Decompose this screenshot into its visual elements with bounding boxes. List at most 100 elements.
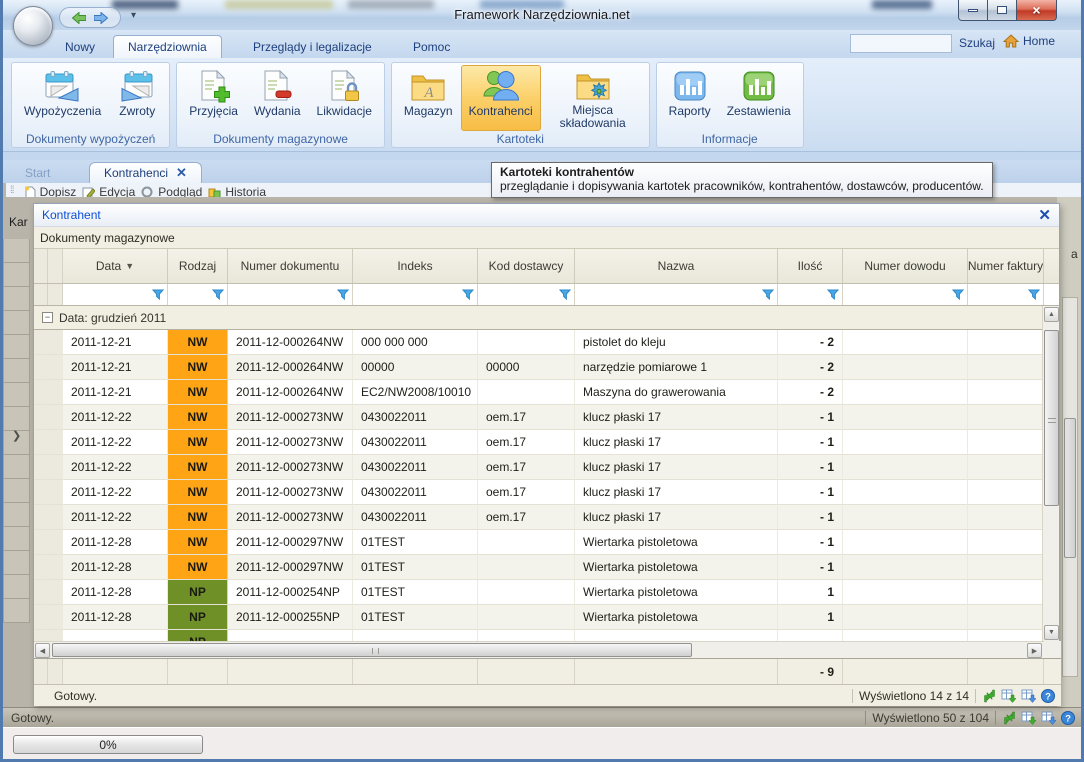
table-row[interactable]: 2011-12-22NW2011-12-000273NW0430022011oe… [34,455,1059,480]
toolbar-options-caret[interactable]: ▾ [131,10,136,21]
scroll-down-icon[interactable]: ▼ [1044,625,1059,640]
maximize-button[interactable] [988,0,1017,21]
table-row[interactable]: NP [34,630,1059,641]
help-icon[interactable]: ? [1061,711,1075,725]
table-row[interactable]: 2011-12-22NW2011-12-000273NW0430022011oe… [34,430,1059,455]
toolbar-item-dopisz[interactable]: Dopisz [24,185,77,197]
filter-icon[interactable] [762,289,774,300]
ribbon-tab-narzedziownia[interactable]: Narzędziownia [113,35,222,58]
filter-cell-ilo[interactable] [778,284,843,305]
filter-cell-kod-dostawcy[interactable] [478,284,575,305]
filter-icon[interactable] [337,289,349,300]
ribbon-button-likwidacje[interactable]: Likwidacje [309,65,380,131]
ribbon-button-raporty[interactable]: Raporty [661,65,719,131]
ribbon-button-wydania[interactable]: Wydania [246,65,309,131]
filter-icon[interactable] [559,289,571,300]
table-row[interactable]: 2011-12-28NW2011-12-000297NW01TESTWierta… [34,555,1059,580]
filter-icon[interactable] [1028,289,1040,300]
cell-faktura [968,480,1044,505]
filter-icon[interactable] [827,289,839,300]
scrollbar-thumb[interactable] [52,643,692,657]
refresh-icon[interactable] [982,689,997,703]
scroll-left-icon[interactable]: ◀ [35,643,50,658]
search-input[interactable] [850,34,952,53]
filter-cell-indeks[interactable] [353,284,478,305]
column-header-rodzaj[interactable]: Rodzaj [168,249,228,283]
toolbar-item-podglad[interactable]: Podgląd [141,185,202,197]
export-excel-icon[interactable] [1001,689,1017,703]
column-header-nazwa[interactable]: Nazwa [575,249,778,283]
filter-cell-numer-faktury[interactable] [968,284,1044,305]
column-header-ilo[interactable]: Ilość [778,249,843,283]
scroll-right-icon[interactable]: ▶ [1027,643,1042,658]
home-button[interactable]: Home [1023,34,1055,48]
filter-cell-rodzaj[interactable] [168,284,228,305]
ribbon-button-magazyn[interactable]: AMagazyn [396,65,461,131]
ribbon-tab-przeglady[interactable]: Przeglądy i legalizacje [239,35,386,58]
document-minus-icon [261,69,293,103]
toolbar-item-edycja[interactable]: Edycja [82,185,135,197]
column-header-kod-dostawcy[interactable]: Kod dostawcy [478,249,575,283]
filter-icon[interactable] [212,289,224,300]
column-header-numer-dowodu[interactable]: Numer dowodu [843,249,968,283]
table-row[interactable]: 2011-12-28NP2011-12-000255NP01TESTWierta… [34,605,1059,630]
vertical-scrollbar[interactable]: ▲ ▼ [1042,306,1059,641]
column-header-numer-faktury[interactable]: Numer faktury [968,249,1044,283]
splitter-expand-arrow[interactable]: ❯ [12,429,21,442]
tab-close-icon[interactable]: ✕ [176,165,187,181]
search-button[interactable]: Szukaj [959,36,995,50]
table-row[interactable]: 2011-12-22NW2011-12-000273NW0430022011oe… [34,405,1059,430]
ribbon-button-zestawienia[interactable]: Zestawienia [719,65,799,131]
toolbar-item-historia[interactable]: Historia [208,185,266,197]
background-vertical-scrollbar[interactable] [1062,297,1078,677]
ribbon-button-kontrahenci[interactable]: Kontrahenci [461,65,541,131]
close-button[interactable]: × [1017,0,1057,21]
filter-cell-nazwa[interactable] [575,284,778,305]
help-icon[interactable]: ? [1041,689,1055,703]
table-row[interactable]: 2011-12-21NW2011-12-000264NW000 000 000p… [34,330,1059,355]
table-row[interactable]: 2011-12-28NP2011-12-000254NP01TESTWierta… [34,580,1059,605]
column-header-data[interactable]: Data▼ [63,249,168,283]
collapse-icon[interactable]: − [42,312,53,323]
ribbon-tab-pomoc[interactable]: Pomoc [399,35,464,58]
app-menu-orb[interactable] [13,6,53,46]
table-row[interactable]: 2011-12-22NW2011-12-000273NW0430022011oe… [34,505,1059,530]
cell-date: 2011-12-21 [63,355,168,380]
cell-qty: - 2 [778,330,843,355]
minimize-button[interactable] [958,0,988,21]
filter-cell-numer-dowodu[interactable] [843,284,968,305]
group-row[interactable]: − Data: grudzień 2011 [34,306,1059,330]
filter-icon[interactable] [152,289,164,300]
table-row[interactable]: 2011-12-22NW2011-12-000273NW0430022011oe… [34,480,1059,505]
tab-start[interactable]: Start [11,162,64,183]
column-header-numer-dokumentu[interactable]: Numer dokumentu [228,249,353,283]
export-icon[interactable] [1041,711,1057,725]
ribbon-button-wypo-yczenia[interactable]: Wypożyczenia [16,65,109,131]
ribbon-tab-nowy[interactable]: Nowy [51,35,109,58]
filter-cell-data[interactable] [63,284,168,305]
scrollbar-thumb[interactable] [1044,330,1059,506]
filter-icon[interactable] [462,289,474,300]
dialog-close-icon[interactable]: ✕ [1038,206,1051,224]
tab-kontrahenci[interactable]: Kontrahenci ✕ [89,162,202,183]
ribbon-button-label: Zwroty [119,105,155,118]
ribbon-button-zwroty[interactable]: Zwroty [109,65,165,131]
back-icon[interactable] [72,12,86,24]
export-icon[interactable] [1021,689,1037,703]
filter-cell-numer-dokumentu[interactable] [228,284,353,305]
filter-icon[interactable] [952,289,964,300]
table-row[interactable]: 2011-12-28NW2011-12-000297NW01TESTWierta… [34,530,1059,555]
toolbar-grip[interactable]: ⁞⁞ [10,185,14,196]
table-row[interactable]: 2011-12-21NW2011-12-000264NWEC2/NW2008/1… [34,380,1059,405]
cell-faktura [968,555,1044,580]
export-excel-icon[interactable] [1021,711,1037,725]
table-row[interactable]: 2011-12-21NW2011-12-000264NW0000000000na… [34,355,1059,380]
ribbon-button-przyj-cia[interactable]: Przyjęcia [181,65,246,131]
scrollbar-thumb[interactable] [1064,418,1076,558]
ribbon-button-miejsca-sk-adowania[interactable]: Miejsca składowania [541,65,645,131]
scroll-up-icon[interactable]: ▲ [1044,307,1059,322]
column-header-indeks[interactable]: Indeks [353,249,478,283]
horizontal-scrollbar[interactable]: ◀ ▶ [34,641,1044,658]
refresh-icon[interactable] [1002,711,1017,725]
forward-icon[interactable] [94,12,108,24]
